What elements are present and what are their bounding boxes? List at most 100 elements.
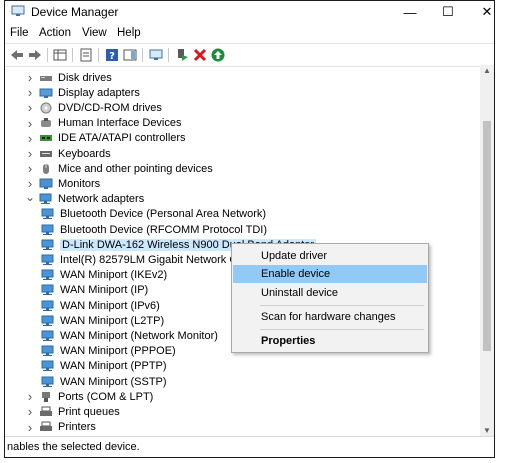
monitor-icon [39,178,53,190]
menu-help[interactable]: Help [117,27,141,39]
chevron-right-icon[interactable]: › [25,404,35,419]
status-text: nables the selected device. [7,441,140,453]
scan-hardware-icon[interactable] [148,47,164,63]
tree-item[interactable]: › IDE ATA/ATAPI controllers [25,131,186,146]
tree-item[interactable]: › Disk drives [25,70,112,85]
menu-action[interactable]: Action [39,27,71,39]
network-adapter-icon [41,254,55,266]
tree-item-label: Keyboards [58,147,111,160]
tree-item[interactable]: › Ports (COM & LPT) [25,389,154,404]
back-arrow-icon[interactable] [9,47,25,63]
chevron-right-icon[interactable]: › [25,116,35,131]
tree-item[interactable]: WAN Miniport (IKEv2) [41,268,167,283]
network-adapter-icon [41,300,55,312]
chevron-right-icon[interactable]: › [25,389,35,404]
tree-item[interactable]: › Print queues [25,404,120,419]
vertical-scrollbar[interactable]: ▲ ▼ [480,65,494,437]
scan-hardware-menu-item[interactable]: Scan for hardware changes [233,308,427,326]
network-adapter-icon [41,345,55,357]
network-adapter-icon [41,269,55,281]
chevron-right-icon[interactable]: › [25,176,35,191]
tree-item[interactable]: › Printers [25,420,96,435]
tree-item-label: Network adapters [58,193,145,206]
update-driver-icon[interactable] [174,47,190,63]
update-driver-menu-item[interactable]: Update driver [233,247,427,265]
tree-item[interactable]: WAN Miniport (PPPOE) [41,344,176,359]
maximize-button[interactable]: ☐ [428,1,468,23]
tree-item-label: Printers [58,421,96,434]
tree-item[interactable]: › Monitors [25,176,100,191]
tree-item[interactable]: WAN Miniport (SSTP) [41,374,167,389]
enable-device-icon[interactable] [210,47,226,63]
tree-item-label: Bluetooth Device (Personal Area Network) [60,208,267,221]
network-adapter-icon [41,239,55,251]
uninstall-device-menu-item[interactable]: Uninstall device [233,284,427,302]
scroll-down-icon[interactable]: ▼ [482,426,492,436]
tree-item-label: WAN Miniport (PPPOE) [60,345,176,358]
tree-item[interactable]: › DVD/CD-ROM drives [25,100,162,115]
toolbar: ? [5,43,494,67]
tree-item[interactable]: ⌄ Network adapters [25,190,145,207]
tree-item-label: WAN Miniport (IP) [60,284,149,297]
chevron-right-icon[interactable]: › [25,131,35,146]
tree-item[interactable]: Bluetooth Device (RFCOMM Protocol TDI) [41,222,267,237]
chevron-right-icon[interactable]: › [25,161,35,176]
scroll-up-icon[interactable]: ▲ [482,66,492,76]
tree-item-label: DVD/CD-ROM drives [58,101,162,114]
chevron-right-icon[interactable]: › [25,85,35,100]
tree-item[interactable]: WAN Miniport (IPv6) [41,298,160,313]
svg-text:?: ? [109,51,115,62]
tree-item-label: WAN Miniport (IKEv2) [60,269,168,282]
chevron-right-icon[interactable]: › [25,70,35,85]
tree-item[interactable]: WAN Miniport (L2TP) [41,313,164,328]
tree-item[interactable]: Bluetooth Device (Personal Area Network) [41,207,266,222]
tree-item[interactable]: › Keyboards [25,146,111,161]
show-hide-console-tree-icon[interactable] [52,47,68,63]
tree-item[interactable]: › Mice and other pointing devices [25,161,213,176]
close-button[interactable]: ✕ [467,1,494,23]
chevron-down-icon[interactable]: ⌄ [25,190,35,204]
network-adapter-icon [41,360,55,372]
keyboard-icon [39,148,53,160]
tree-item-label: WAN Miniport (IPv6) [60,299,160,312]
forward-arrow-icon[interactable] [27,47,43,63]
tree-item[interactable]: › Human Interface Devices [25,116,182,131]
mouse-icon [39,163,53,175]
menu-file[interactable]: File [10,27,29,39]
tree-item[interactable]: Intel(R) 82579LM Gigabit Network Co [41,252,243,267]
tree-item-label: Disk drives [58,71,112,84]
tree-item-label: Display adapters [58,86,140,99]
tree-item-label: WAN Miniport (PPTP) [60,360,167,373]
minimize-button[interactable]: — [390,1,430,23]
network-adapter-icon [41,315,55,327]
tree-item-label: Intel(R) 82579LM Gigabit Network Co [60,253,244,266]
port-icon [39,391,53,403]
scrollbar-thumb[interactable] [483,121,491,351]
properties-menu-item[interactable]: Properties [233,332,427,350]
tree-item-label: Human Interface Devices [58,117,182,130]
ide-controller-icon [39,132,53,144]
tree-item-label: WAN Miniport (Network Monitor) [60,329,218,342]
tree-item[interactable]: WAN Miniport (IP) [41,283,148,298]
menu-separator [260,329,424,330]
properties-sheet-icon[interactable] [78,47,94,63]
disk-drive-icon [39,72,53,84]
tree-item[interactable]: WAN Miniport (Network Monitor) [41,328,218,343]
tree-item[interactable]: WAN Miniport (PPTP) [41,359,167,374]
uninstall-device-icon[interactable] [192,47,208,63]
tree-item-label: IDE ATA/ATAPI controllers [58,132,186,145]
chevron-right-icon[interactable]: › [25,100,35,115]
network-adapter-icon [41,330,55,342]
help-icon[interactable]: ? [104,47,120,63]
chevron-right-icon[interactable]: › [25,146,35,161]
tree-item-label: Ports (COM & LPT) [58,390,154,403]
chevron-right-icon[interactable]: › [25,420,35,435]
tree-item-label: Monitors [58,177,101,190]
action-pane-icon[interactable] [122,47,138,63]
tree-item[interactable]: › Display adapters [25,85,140,100]
menu-view[interactable]: View [82,27,107,39]
window-title: Device Manager [31,5,119,19]
menu-separator [260,305,424,306]
enable-device-menu-item[interactable]: Enable device [233,265,427,283]
menu-bar: File Action View Help [5,25,494,43]
